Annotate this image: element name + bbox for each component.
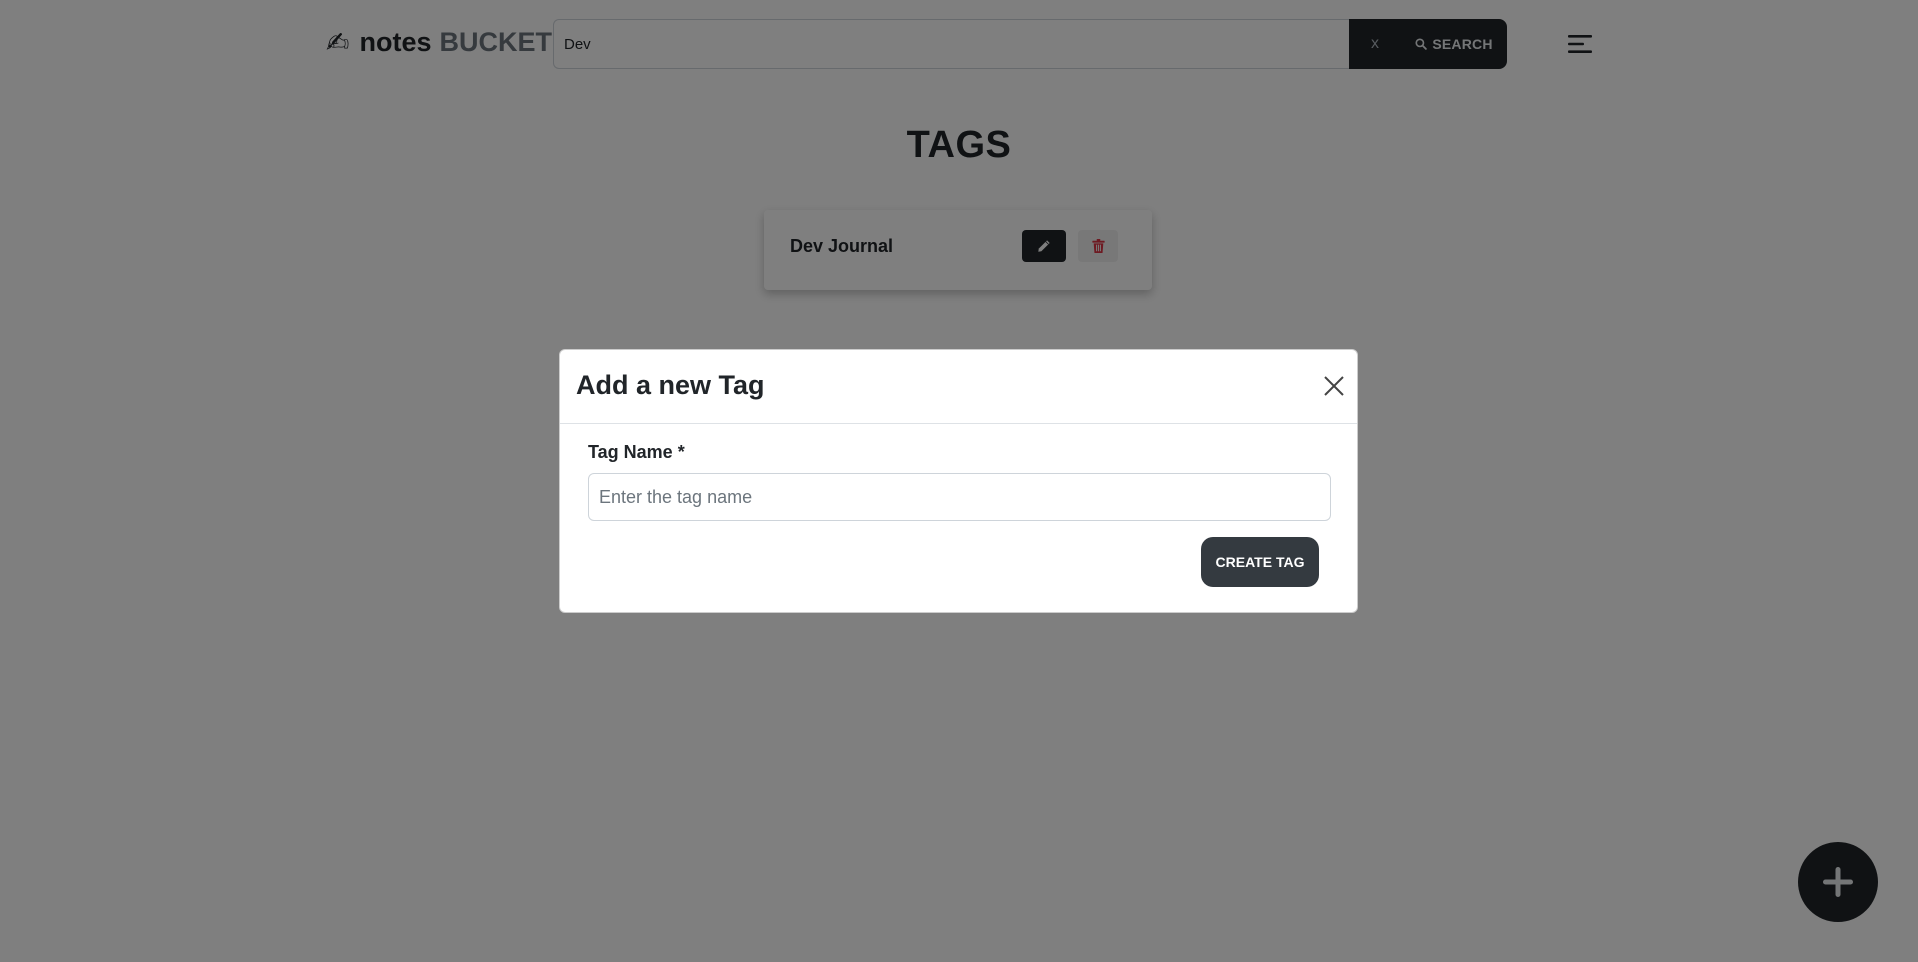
modal-title: Add a new Tag: [576, 370, 765, 400]
create-tag-button[interactable]: CREATE TAG: [1201, 537, 1319, 587]
tag-name-input[interactable]: [588, 473, 1331, 521]
close-icon[interactable]: [1322, 374, 1346, 398]
tag-name-label: Tag Name *: [588, 442, 685, 462]
modal-header: Add a new Tag: [560, 350, 1357, 424]
add-tag-modal: Add a new Tag Tag Name * CREATE TAG: [559, 349, 1358, 613]
